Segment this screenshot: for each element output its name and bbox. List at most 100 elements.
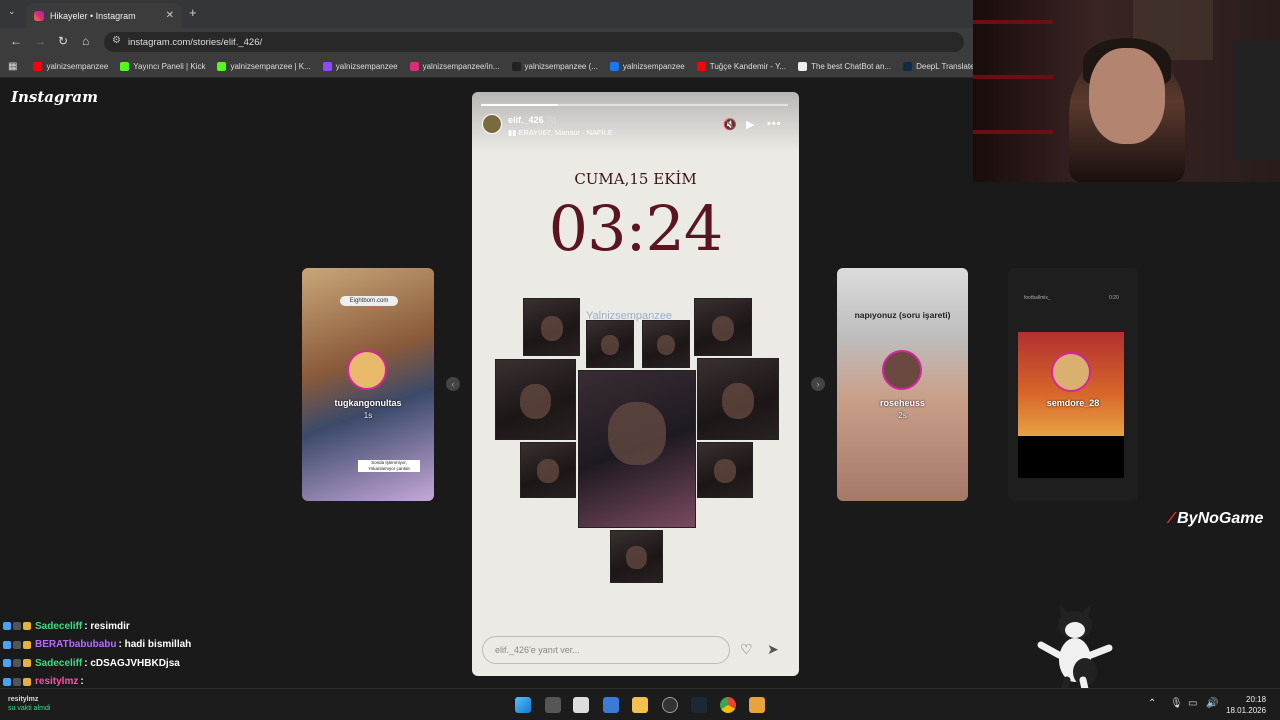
bookmark-label: yalnizsempanzee (46, 62, 109, 71)
volume-icon[interactable]: 🔊 (1206, 698, 1218, 709)
collage-photo (694, 298, 752, 356)
story-user: roseheuss (879, 398, 926, 408)
collage-photo (610, 530, 663, 583)
url-text: instagram.com/stories/elif._426/ (128, 36, 263, 48)
close-tab-icon[interactable]: ✕ (166, 10, 174, 21)
bookmark-item[interactable]: yalnizsempanzee (... (511, 62, 598, 71)
bookmark-label: Tuğçe Kandemir - Y... (709, 62, 787, 71)
start-icon[interactable] (515, 697, 531, 713)
taskbar-clock[interactable]: 20:18 18.01.2026 (1226, 694, 1266, 716)
like-heart-icon[interactable]: ♡ (740, 641, 753, 658)
kick-icon (120, 62, 130, 71)
story-preview-right-2[interactable]: footballmix_ 0:20 semdore_28 (1008, 268, 1138, 501)
collage-photo (495, 359, 576, 440)
play-icon[interactable]: ▶ (746, 118, 754, 131)
bookmark-label: yalnizsempanzee (622, 62, 685, 71)
back-icon[interactable]: ← (10, 34, 22, 48)
story-link-sticker: Eightborn.com (340, 296, 398, 306)
app-icon[interactable] (573, 697, 589, 713)
tab-list-button[interactable]: ⌄ (8, 6, 16, 17)
story-music[interactable]: ▮▮ ERAY067, Mansur · NAFİLE (508, 128, 613, 137)
new-tab-button[interactable]: + (189, 5, 197, 20)
bookmark-item[interactable]: yalnizsempanzee | K... (217, 62, 311, 71)
chat-badges-icon (3, 659, 31, 668)
bookmark-item[interactable]: yalnizsempanzee/in... (409, 62, 500, 71)
story-author-name[interactable]: elif._426 (508, 115, 544, 125)
previous-story-icon[interactable]: ‹ (446, 377, 460, 391)
youtube-icon (696, 62, 706, 71)
tray-overflow-icon[interactable]: ⌃ (1148, 698, 1156, 709)
story-top-time: 0:20 (1109, 295, 1119, 301)
story-reply-input[interactable]: elif._426'e yanıt ver... (482, 636, 730, 664)
chatbot-icon (798, 62, 808, 71)
bookmark-item[interactable]: Yayıncı Paneli | Kick (120, 62, 205, 71)
story-question-text: napıyonuz (soru işareti) (854, 310, 951, 320)
collage-photo (697, 442, 753, 498)
instagram-icon (34, 10, 44, 21)
chat-username: BERATbabubabu (35, 639, 117, 651)
bookmark-item[interactable]: yalnizsempanzee (33, 62, 108, 71)
obs-icon[interactable] (662, 697, 678, 713)
story-progress-bar (481, 104, 788, 106)
browser-tab[interactable]: Hikayeler • Instagram ✕ (26, 3, 182, 28)
share-send-icon[interactable]: ➤ (767, 641, 779, 658)
chat-message: BERATbabubabu: hadi bismillah (3, 636, 303, 655)
store-icon[interactable] (603, 697, 619, 713)
bookmark-label: yalnizsempanzee | K... (230, 62, 311, 71)
apps-icon[interactable]: ▦ (8, 61, 17, 72)
bookmark-label: The best ChatBot an... (811, 62, 892, 71)
chat-username: resitylmz (35, 676, 79, 688)
bookmark-item[interactable]: Tuğçe Kandemir - Y... (696, 62, 787, 71)
chrome-icon[interactable] (720, 697, 736, 713)
network-icon[interactable]: ▭ (1188, 698, 1197, 709)
steam-icon[interactable] (691, 697, 707, 713)
chat-badges-icon (3, 677, 31, 686)
home-icon[interactable]: ⌂ (82, 34, 89, 48)
chat-text: : resimdir (84, 620, 130, 632)
story-author-avatar[interactable] (482, 114, 502, 134)
kick-icon (217, 62, 227, 71)
taskbar-user-status: su vakti almdi (8, 705, 51, 712)
bookmark-item[interactable]: DeepL Translate (903, 62, 975, 71)
story-avatar (347, 350, 387, 390)
next-story-icon[interactable]: › (811, 377, 825, 391)
chat-text: : cDSAGJVHBKDjsa (84, 657, 180, 669)
story-preview-left[interactable]: Eightborn.com tugkangonultas 1s Sonda İş… (302, 268, 434, 501)
mute-icon[interactable]: 🔇 (723, 118, 737, 131)
forward-icon[interactable]: → (34, 34, 46, 48)
bookmark-item[interactable]: The best ChatBot an... (798, 62, 891, 71)
chat-badges-icon (3, 622, 31, 631)
bookmark-label: Yayıncı Paneli | Kick (133, 62, 206, 71)
story-date: CUMA,15 EKİM (574, 170, 697, 188)
more-options-icon[interactable]: ••• (767, 118, 782, 130)
bookmark-item[interactable]: yalnizsempanzee (322, 62, 398, 71)
app-icon-2[interactable] (749, 697, 765, 713)
youtube-icon (33, 62, 43, 71)
story-avatar (882, 350, 922, 390)
story-text-sticker: Sonda İşlenmiyor, Yokanlamıyor çantalı (358, 460, 420, 472)
story-watermark: Yalnizsempanzee (586, 310, 673, 322)
story-progress-fill (481, 104, 558, 106)
story-age: 7d (546, 115, 557, 125)
bookmark-item[interactable]: yalnizsempanzee (609, 62, 685, 71)
story-time: 2s (898, 411, 907, 420)
task-view-icon[interactable] (545, 697, 561, 713)
collage-photo (642, 320, 690, 368)
taskbar-user-name: resitylmz (8, 696, 39, 703)
instagram-logo[interactable]: Instagram (11, 88, 98, 106)
story-preview-right-1[interactable]: napıyonuz (soru işareti) roseheuss 2s (837, 268, 968, 501)
site-info-icon[interactable]: ⚙ (112, 35, 121, 46)
microphone-icon[interactable]: 🎙 (1170, 698, 1183, 709)
chat-message: Sadeceliff: cDSAGJVHBKDjsa (3, 654, 303, 673)
bynogame-logo: ⁄ ByNoGame (1170, 510, 1263, 528)
main-story[interactable]: elif._426 7d ▮▮ ERAY067, Mansur · NAFİLE… (472, 92, 799, 676)
collage-photo (586, 320, 634, 368)
url-field[interactable]: ⚙ instagram.com/stories/elif._426/ (104, 32, 964, 52)
story-thumbnail-footer (1018, 436, 1124, 478)
file-explorer-icon[interactable] (632, 697, 648, 713)
bookmark-label: DeepL Translate (916, 62, 975, 71)
story-user: semdore_28 (1046, 398, 1100, 408)
story-time: 1s (363, 411, 373, 420)
reload-icon[interactable]: ↻ (58, 34, 68, 48)
collage-photo (697, 358, 779, 440)
